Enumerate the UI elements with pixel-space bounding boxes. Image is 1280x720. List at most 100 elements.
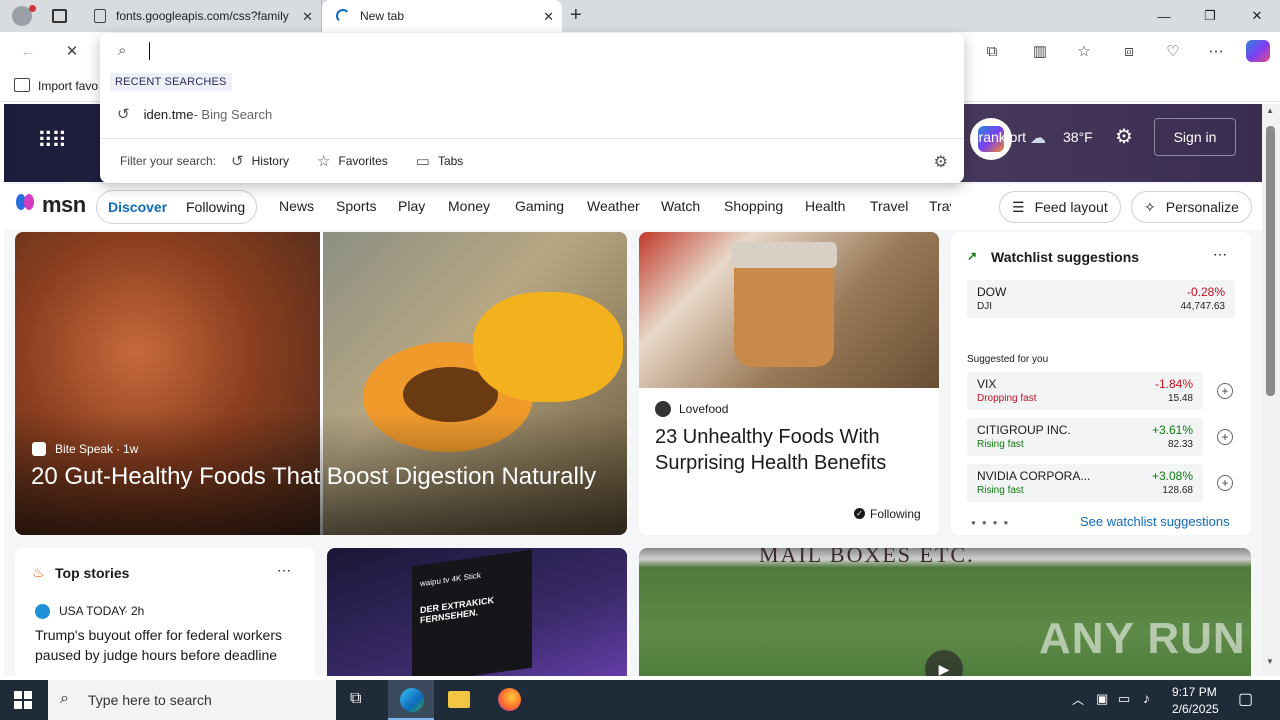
scrollbar-thumb[interactable] xyxy=(1266,126,1275,396)
task-view-icon[interactable]: ⧉ xyxy=(350,690,361,708)
scroll-up-icon[interactable]: ▲ xyxy=(1266,106,1274,115)
nav-news[interactable]: News xyxy=(279,198,314,214)
article-card[interactable]: Lovefood 23 Unhealthy Foods With Surpris… xyxy=(639,232,939,535)
play-icon[interactable]: ▶ xyxy=(925,650,963,676)
filter-favorites[interactable]: ☆ Favorites xyxy=(317,152,388,170)
sign-in-button[interactable]: Sign in xyxy=(1154,118,1236,156)
star-icon: ☆ xyxy=(316,153,331,170)
following-label[interactable]: Following xyxy=(870,507,921,521)
back-icon[interactable]: ← xyxy=(16,40,40,62)
split-screen-icon[interactable]: ▥ xyxy=(1028,40,1052,62)
msn-new-tab-page: ⠿⠿ Frankfort ☁ 38°F ⚙ Sign in msn Discov… xyxy=(4,104,1262,676)
tab-new-tab[interactable]: New tab ✕ xyxy=(322,0,562,32)
extensions-icon[interactable]: ⧉ xyxy=(980,40,1004,62)
stock-symbol: CITIGROUP INC. xyxy=(977,423,1071,437)
weather-temperature[interactable]: 38°F xyxy=(1063,129,1093,145)
new-tab-icon[interactable]: + xyxy=(570,4,582,27)
close-window-icon[interactable]: ✕ xyxy=(1234,0,1280,32)
volume-icon[interactable]: ♪ xyxy=(1143,690,1150,706)
app-launcher-icon[interactable]: ⠿⠿ xyxy=(37,128,67,154)
firefox-icon[interactable] xyxy=(498,688,521,711)
nav-weather[interactable]: Weather xyxy=(587,198,640,214)
nav-money[interactable]: Money xyxy=(448,198,490,214)
tab-following[interactable]: Following xyxy=(186,199,245,215)
story-headline[interactable]: Trump's buyout offer for federal workers… xyxy=(35,625,305,665)
filter-label: Filter your search: xyxy=(120,154,217,168)
notifications-icon[interactable]: ▢ xyxy=(1238,689,1253,709)
clock-date[interactable]: 2/6/2025 xyxy=(1172,702,1219,716)
index-row-dow[interactable]: DOW DJI -0.28% 44,747.63 xyxy=(967,280,1235,318)
nav-sports[interactable]: Sports xyxy=(336,198,376,214)
favorites-icon[interactable]: ☆ xyxy=(1072,40,1096,62)
settings-gear-icon[interactable]: ⚙ xyxy=(934,152,948,172)
more-options-icon[interactable]: ⋯ xyxy=(277,562,291,579)
hero-headline[interactable]: 20 Gut-Healthy Foods That Boost Digestio… xyxy=(31,463,596,491)
stop-loading-icon[interactable]: ✕ xyxy=(60,40,84,62)
personalize-button[interactable]: ✧ Personalize xyxy=(1131,191,1252,223)
nav-health[interactable]: Health xyxy=(805,198,845,214)
close-tab-icon[interactable]: ✕ xyxy=(543,9,554,25)
tray-chevron-icon[interactable]: ︿ xyxy=(1072,691,1084,708)
nav-travel[interactable]: Travel xyxy=(870,198,908,214)
nav-watch[interactable]: Watch xyxy=(661,198,700,214)
top-stories-card: ♨ Top stories ⋯ USA TODAY · 2h Trump's b… xyxy=(15,548,315,676)
performance-icon[interactable]: ♡ xyxy=(1161,40,1185,62)
tab-fonts-googleapis[interactable]: fonts.googleapis.com/css?family ✕ xyxy=(86,0,322,32)
add-to-watchlist-icon[interactable]: + xyxy=(1217,475,1233,491)
tray-device-icon[interactable]: ▣ xyxy=(1096,691,1108,707)
edge-taskbar-button[interactable] xyxy=(388,680,434,720)
feed-layout-button[interactable]: ☰ Feed layout xyxy=(999,191,1121,223)
stock-row-nvidia[interactable]: NVIDIA CORPORA... Rising fast +3.08% 128… xyxy=(967,464,1233,502)
more-options-icon[interactable]: ⋯ xyxy=(1213,246,1227,263)
add-to-watchlist-icon[interactable]: + xyxy=(1217,383,1233,399)
promo-tagline: DER EXTRAKICK FERNSEHEN. xyxy=(420,594,495,626)
top-stories-title: Top stories xyxy=(55,565,130,581)
source-logo xyxy=(32,442,46,456)
video-card[interactable]: MAIL BOXES ETC. ANY RUN ▶ xyxy=(639,548,1251,676)
more-menu-icon[interactable]: ⋯ xyxy=(1204,40,1228,62)
nav-shopping[interactable]: Shopping xyxy=(724,198,783,214)
promo-card[interactable]: waipu tv 4K Stick DER EXTRAKICK FERNSEHE… xyxy=(327,548,627,676)
network-icon[interactable]: ▭ xyxy=(1118,691,1130,707)
weather-location[interactable]: Frankfort xyxy=(970,129,1026,145)
see-watchlist-link[interactable]: See watchlist suggestions xyxy=(1080,514,1230,529)
file-explorer-icon[interactable] xyxy=(448,691,470,708)
copilot-icon[interactable] xyxy=(1246,40,1270,62)
filter-tabs[interactable]: ▭ Tabs xyxy=(416,152,464,170)
sparkle-icon: ✧ xyxy=(1144,198,1156,215)
page-icon xyxy=(94,9,106,23)
nav-play[interactable]: Play xyxy=(398,198,425,214)
taskbar-search-box[interactable]: ⌕ Type here to search xyxy=(48,680,336,720)
product-box-image: waipu tv 4K Stick DER EXTRAKICK FERNSEHE… xyxy=(412,549,532,676)
settings-gear-icon[interactable]: ⚙ xyxy=(1115,124,1133,149)
close-tab-icon[interactable]: ✕ xyxy=(302,9,313,25)
msn-logo[interactable]: msn xyxy=(42,192,86,218)
restore-icon[interactable]: ❐ xyxy=(1187,0,1233,32)
recent-search-item[interactable]: ↺ iden.tme - Bing Search xyxy=(100,97,964,131)
filter-history[interactable]: ↺ History xyxy=(231,152,289,170)
article-headline[interactable]: 23 Unhealthy Foods With Surprising Healt… xyxy=(655,424,925,476)
clock-time[interactable]: 9:17 PM xyxy=(1172,685,1217,699)
nav-overflow[interactable]: Trav xyxy=(929,198,951,214)
collections-icon[interactable]: ⧈ xyxy=(1117,40,1141,62)
address-input[interactable] xyxy=(148,40,938,62)
flame-icon: ♨ xyxy=(32,564,45,580)
stock-price: 15.48 xyxy=(1167,393,1193,404)
search-icon: ⌕ xyxy=(60,690,69,707)
stock-row-vix[interactable]: VIX Dropping fast -1.84% 15.48 + xyxy=(967,372,1233,410)
page-scrollbar[interactable]: ▲ ▼ xyxy=(1262,104,1280,676)
add-to-watchlist-icon[interactable]: + xyxy=(1217,429,1233,445)
nav-gaming[interactable]: Gaming xyxy=(515,198,564,214)
hero-card[interactable]: Bite Speak · 1w 20 Gut-Healthy Foods Tha… xyxy=(15,232,627,535)
filter-favorites-label: Favorites xyxy=(338,154,388,168)
recent-query: iden.tme xyxy=(143,106,194,122)
minimize-icon[interactable]: — xyxy=(1141,0,1187,32)
history-icon: ↺ xyxy=(231,153,244,170)
tab-discover[interactable]: Discover xyxy=(108,199,167,215)
import-favorites-link[interactable]: Import favo xyxy=(38,79,98,93)
windows-start-icon[interactable] xyxy=(14,691,32,709)
stock-row-citigroup[interactable]: CITIGROUP INC. Rising fast +3.61% 82.33 … xyxy=(967,418,1233,456)
tab-actions-icon[interactable] xyxy=(52,9,67,23)
scroll-down-icon[interactable]: ▼ xyxy=(1266,657,1274,666)
carousel-dots[interactable]: ●●●● xyxy=(971,518,1014,527)
